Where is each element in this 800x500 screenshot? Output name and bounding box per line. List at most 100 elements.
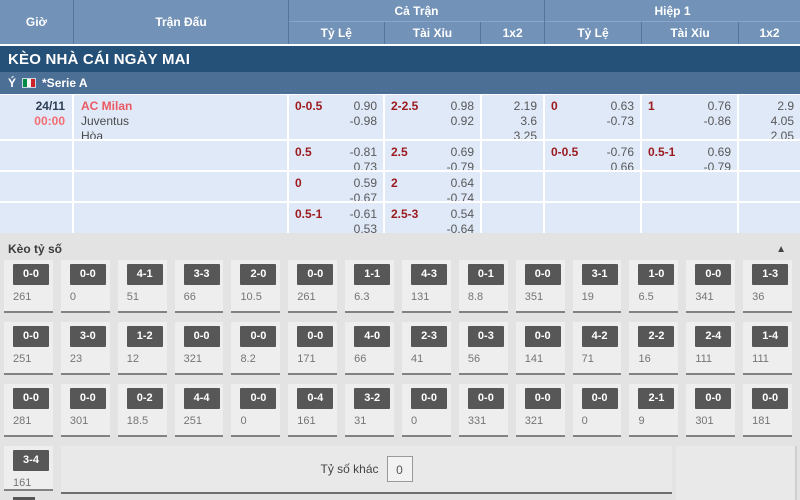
score-odds: 111 [752, 353, 789, 365]
score-button[interactable]: 1-0 [638, 264, 674, 285]
other-score-box[interactable]: 0 [387, 456, 413, 482]
home-team[interactable]: AC Milan [81, 99, 287, 114]
h1-handicap-odds[interactable]: 0-0.5 -0.760.66 [545, 141, 640, 170]
score-button[interactable]: 4-4 [184, 388, 220, 409]
score-button[interactable]: 0-0 [240, 388, 276, 409]
score-strip: 2-4111 [686, 322, 735, 375]
score-button[interactable]: 0-0 [525, 264, 561, 285]
score-odds: 9 [638, 415, 675, 427]
score-strip: 3-0 23 [61, 322, 110, 375]
empty-cell [0, 203, 72, 233]
league-name: *Serie A [42, 76, 88, 90]
score-button[interactable]: 0-0 [695, 388, 731, 409]
header-half-1x2: 1x2 [739, 22, 800, 44]
score-button[interactable]: 2-1 [638, 388, 674, 409]
h1-handicap-odds[interactable]: 0 0.63-0.73 [545, 95, 640, 139]
score-odds: 0 [411, 415, 448, 427]
score-button[interactable]: 4-2 [582, 326, 618, 347]
empty-cell [642, 203, 737, 233]
score-button[interactable]: 0-0 [297, 326, 333, 347]
score-button[interactable]: 0-0 [411, 388, 447, 409]
score-strip: 0-356 [459, 322, 508, 375]
score-button[interactable]: 0-0 [695, 264, 731, 285]
score-button[interactable]: 3-0 [70, 326, 106, 347]
h1-1x2-odds[interactable]: 2.94.052.05 [739, 95, 800, 139]
score-strip: 0-0 0 [402, 384, 451, 437]
score-button[interactable]: 2-2 [638, 326, 674, 347]
score-button[interactable]: 0-4 [297, 388, 333, 409]
score-odds: 12 [127, 353, 164, 365]
score-row: 0-02513-0231-2120-03210-08.20-01714-0662… [0, 322, 800, 375]
score-strip: 0-0 331 [459, 384, 508, 437]
empty-cell [482, 172, 543, 201]
score-button[interactable]: 0-0 [525, 326, 561, 347]
score-button[interactable]: 2-4 [695, 326, 731, 347]
score-button[interactable]: 4-3 [411, 264, 447, 285]
score-button[interactable]: 0-3 [468, 326, 504, 347]
match-teams-cell[interactable]: AC Milan Juventus Hòa [74, 95, 287, 139]
score-strip: 4-066 [345, 322, 394, 375]
ft-overunder-odds[interactable]: 2.5-3 0.54-0.64 [385, 203, 480, 233]
h1-overunder-odds[interactable]: 0.5-1 0.69-0.79 [642, 141, 737, 170]
score-button[interactable]: 2-3 [411, 326, 447, 347]
betting-odds-page: Giờ Trận Đấu Cả Trận Tỷ Lệ Tài Xỉu 1x2 H… [0, 0, 800, 500]
section-title: KÈO NHÀ CÁI NGÀY MAI [0, 46, 800, 72]
chevron-up-icon[interactable]: ▲ [776, 244, 786, 255]
ft-handicap-odds[interactable]: 0 0.59-0.67 [289, 172, 383, 201]
ft-handicap-odds[interactable]: 0-0.5 0.90-0.98 [289, 95, 383, 139]
score-button[interactable]: 0-0 [525, 388, 561, 409]
score-button[interactable]: 1-2 [127, 326, 163, 347]
score-button[interactable]: 1-4 [752, 326, 788, 347]
score-strip: 0-0 0 [573, 384, 622, 437]
score-button[interactable]: 2-0 [240, 264, 276, 285]
score-strip: 0-0341 [686, 260, 735, 313]
score-button[interactable]: 0-1 [468, 264, 504, 285]
match-hour: 00:00 [0, 114, 65, 129]
ft-overunder-odds[interactable]: 2 0.64-0.74 [385, 172, 480, 201]
score-button[interactable]: 4-0 [354, 326, 390, 347]
score-odds: 131 [411, 291, 448, 303]
score-button[interactable]: 0-0 [752, 388, 788, 409]
score-strip: 3-4 161 [4, 446, 53, 491]
away-team[interactable]: Juventus [81, 114, 287, 129]
score-odds: 281 [13, 415, 50, 427]
score-button[interactable]: 3-1 [582, 264, 618, 285]
ft-1x2-odds[interactable]: 2.193.63.25 [482, 95, 543, 139]
empty-cell [0, 141, 72, 170]
score-odds: 8.8 [468, 291, 505, 303]
h1-overunder-odds[interactable]: 1 0.76-0.86 [642, 95, 737, 139]
draw-label: Hòa [81, 129, 287, 139]
league-row[interactable]: Ý *Serie A [0, 72, 800, 94]
score-button[interactable]: 0-0 [13, 388, 49, 409]
score-button[interactable]: 0-0 [70, 388, 106, 409]
score-button[interactable]: 0-0 [582, 388, 618, 409]
ft-overunder-odds[interactable]: 2.5 0.69-0.79 [385, 141, 480, 170]
score-button[interactable]: 3-4 [13, 450, 49, 471]
ft-handicap-odds[interactable]: 0.5-1 -0.610.53 [289, 203, 383, 233]
ft-overunder-odds[interactable]: 2-2.5 0.980.92 [385, 95, 480, 139]
score-odds: 23 [70, 353, 107, 365]
score-button[interactable]: 0-0 [468, 388, 504, 409]
header-full-overunder: Tài Xỉu [385, 22, 482, 44]
score-button[interactable]: 0-0 [184, 326, 220, 347]
empty-cell [739, 141, 800, 170]
score-button[interactable]: 4-1 [127, 264, 163, 285]
score-button[interactable]: 0-0 [240, 326, 276, 347]
score-odds: 331 [468, 415, 505, 427]
score-button[interactable]: 3-3 [184, 264, 220, 285]
score-button[interactable]: 0-0 [13, 326, 49, 347]
ft-handicap-odds[interactable]: 0.5 -0.810.73 [289, 141, 383, 170]
score-row: 0-02810-03010-218.54-42510-000-41613-231… [0, 384, 800, 437]
score-button[interactable]: 0-0 [13, 264, 49, 285]
score-strip: 0-00 [61, 260, 110, 313]
score-button[interactable]: 0-0 [297, 264, 333, 285]
score-button[interactable]: 1-1 [354, 264, 390, 285]
score-odds: 0 [582, 415, 619, 427]
score-button[interactable]: 1-3 [752, 264, 788, 285]
score-button[interactable]: 0-2 [127, 388, 163, 409]
empty-cell [74, 203, 287, 233]
score-button[interactable]: 0-0 [70, 264, 106, 285]
score-button[interactable]: 3-2 [354, 388, 390, 409]
score-strip: 1-2 12 [118, 322, 167, 375]
score-strip: 2-341 [402, 322, 451, 375]
